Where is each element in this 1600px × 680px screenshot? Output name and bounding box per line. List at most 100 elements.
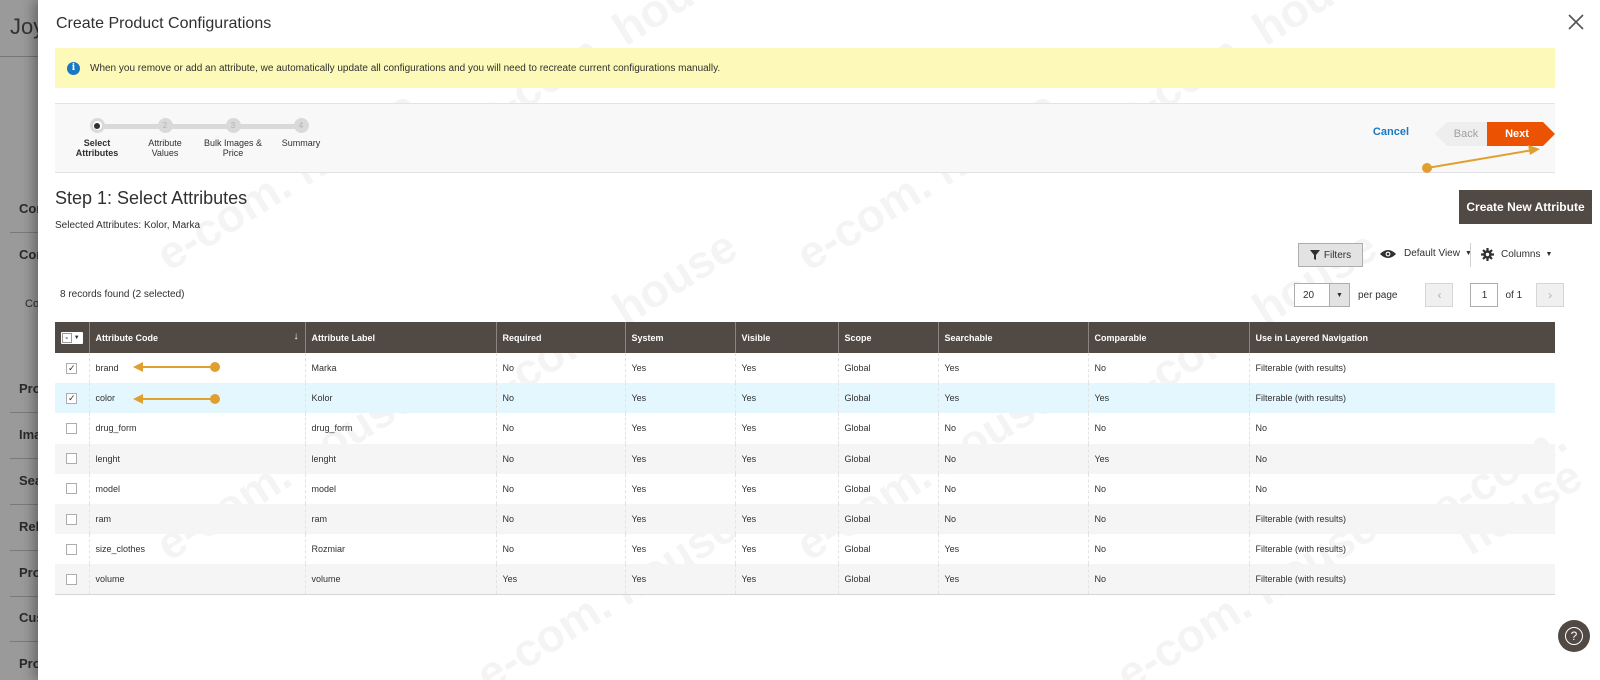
- column-header-comparable[interactable]: Comparable: [1087, 322, 1249, 353]
- column-header-scope[interactable]: Scope: [837, 322, 938, 353]
- cell-comparable: No: [1087, 353, 1249, 384]
- table-row[interactable]: ram ram No Yes Yes Global No No Filterable (with…: [55, 503, 1555, 535]
- cell-visible: Yes: [734, 473, 838, 504]
- cancel-button[interactable]: Cancel: [1373, 126, 1409, 138]
- previous-page-button[interactable]: ‹: [1425, 283, 1454, 307]
- cell-scope: Global: [837, 503, 938, 535]
- cell-comparable: No: [1087, 473, 1249, 504]
- filter-icon: [1309, 250, 1320, 260]
- cell-searchable: Yes: [937, 534, 1088, 565]
- cell-visible: Yes: [734, 383, 838, 414]
- table-row[interactable]: drug_form drug_form No Yes Yes Global No No No: [55, 413, 1555, 444]
- background-divider: [10, 550, 40, 551]
- cell-label: lenght: [304, 443, 496, 474]
- columns-dropdown[interactable]: Columns ▼: [1481, 248, 1552, 261]
- column-header-visible[interactable]: Visible: [734, 322, 838, 353]
- column-header-attribute-code[interactable]: Attribute Code ↓: [88, 322, 305, 353]
- row-checkbox[interactable]: [66, 453, 78, 465]
- cell-code: model: [88, 473, 305, 504]
- modal-title: Create Product Configurations: [56, 15, 272, 32]
- current-page-input[interactable]: 1: [1470, 283, 1499, 307]
- help-button[interactable]: ?: [1558, 620, 1590, 652]
- row-checkbox-cell: ✓: [55, 383, 89, 414]
- cell-visible: Yes: [734, 353, 838, 384]
- row-checkbox-cell: [55, 564, 89, 595]
- row-checkbox[interactable]: [66, 513, 78, 525]
- background-divider: [10, 641, 40, 642]
- row-checkbox-cell: ✓: [55, 353, 89, 383]
- table-row[interactable]: model model No Yes Yes Global No No No: [55, 473, 1555, 504]
- chevron-right-icon: ›: [1548, 288, 1553, 302]
- cell-comparable: No: [1087, 503, 1249, 535]
- cell-label: Marka: [304, 353, 496, 384]
- cell-searchable: No: [937, 503, 1088, 535]
- column-header-required[interactable]: Required: [495, 322, 625, 353]
- cell-layered: No: [1248, 413, 1555, 444]
- cell-required: Yes: [495, 564, 625, 595]
- row-checkbox-cell: [55, 443, 89, 474]
- column-header-system[interactable]: System: [624, 322, 735, 353]
- table-row[interactable]: lenght lenght No Yes Yes Global No Yes No: [55, 443, 1555, 474]
- cell-comparable: No: [1087, 413, 1249, 444]
- cell-layered: Filterable (with results): [1248, 383, 1555, 414]
- row-checkbox[interactable]: [66, 573, 78, 585]
- step-title: Step 1: Select Attributes: [55, 188, 248, 208]
- cell-layered: No: [1248, 443, 1555, 474]
- cell-required: No: [495, 413, 625, 444]
- per-page-label: per page: [1358, 289, 1398, 301]
- cell-layered: Filterable (with results): [1248, 503, 1555, 535]
- cell-layered: Filterable (with results): [1248, 534, 1555, 565]
- row-checkbox[interactable]: ✓: [66, 362, 78, 374]
- eye-icon: [1380, 249, 1396, 258]
- background-menu-item: Co: [25, 298, 40, 310]
- column-header-layered-navigation[interactable]: Use in Layered Navigation: [1248, 322, 1555, 353]
- next-button[interactable]: Next: [1487, 122, 1555, 146]
- create-new-attribute-button[interactable]: Create New Attribute: [1459, 190, 1592, 224]
- background-divider: [10, 232, 40, 233]
- grid-toolbar: Filters Default View ▼ Columns ▼: [38, 243, 1600, 269]
- cell-comparable: No: [1087, 534, 1249, 565]
- cell-label: drug_form: [304, 413, 496, 444]
- cell-label: ram: [304, 503, 496, 535]
- cell-system: Yes: [624, 443, 735, 474]
- cell-comparable: Yes: [1087, 443, 1249, 474]
- cell-label: model: [304, 473, 496, 504]
- cell-layered: No: [1248, 473, 1555, 504]
- table-row[interactable]: ✓ color Kolor No Yes Yes Global Yes Yes Filterabl…: [55, 383, 1555, 414]
- close-icon[interactable]: [1566, 12, 1586, 32]
- per-page-select[interactable]: 20 ▼: [1294, 283, 1350, 307]
- wizard-step-summary[interactable]: 4 Summary: [261, 118, 341, 148]
- cell-scope: Global: [837, 564, 938, 595]
- cell-visible: Yes: [734, 564, 838, 595]
- background-divider: [10, 412, 40, 413]
- step-dot-icon: 3: [225, 118, 241, 133]
- caret-down-icon: ▼: [1329, 284, 1349, 306]
- cell-label: Kolor: [304, 383, 496, 414]
- toolbar-separator: [1470, 243, 1471, 267]
- table-row[interactable]: volume volume Yes Yes Yes Global Yes No Filterab…: [55, 564, 1555, 595]
- cell-layered: Filterable (with results): [1248, 353, 1555, 384]
- row-checkbox[interactable]: [66, 483, 78, 495]
- row-checkbox[interactable]: ✓: [66, 392, 78, 404]
- pager: 20 ▼ per page ‹ 1 of 1 ›: [1294, 283, 1565, 307]
- records-found-text: 8 records found (2 selected): [60, 289, 185, 300]
- table-row[interactable]: size_clothes Rozmiar No Yes Yes Global Yes No Fi…: [55, 534, 1555, 565]
- mass-action-checkbox[interactable]: - ▼: [55, 322, 89, 353]
- cell-scope: Global: [837, 443, 938, 474]
- cell-code: ram: [88, 503, 305, 535]
- selected-attributes-text: Selected Attributes: Kolor, Marka: [55, 220, 201, 231]
- step-dot-icon: 4: [293, 118, 309, 133]
- row-checkbox[interactable]: [66, 543, 78, 555]
- create-configurations-modal: e-com. house e-com. house e-com. house e…: [38, 0, 1600, 680]
- row-checkbox[interactable]: [66, 423, 78, 435]
- step-dot-icon: 2: [157, 118, 173, 133]
- column-header-searchable[interactable]: Searchable: [937, 322, 1088, 353]
- next-page-button[interactable]: ›: [1536, 283, 1565, 307]
- cell-searchable: Yes: [937, 564, 1088, 595]
- cell-required: No: [495, 534, 625, 565]
- filters-button[interactable]: Filters: [1298, 243, 1363, 267]
- column-header-attribute-label[interactable]: Attribute Label: [304, 322, 496, 353]
- sort-arrow-icon: ↓: [293, 331, 299, 342]
- table-row[interactable]: ✓ brand Marka No Yes Yes Global Yes No Filterable…: [55, 353, 1555, 384]
- default-view-dropdown[interactable]: Default View ▼: [1380, 248, 1472, 259]
